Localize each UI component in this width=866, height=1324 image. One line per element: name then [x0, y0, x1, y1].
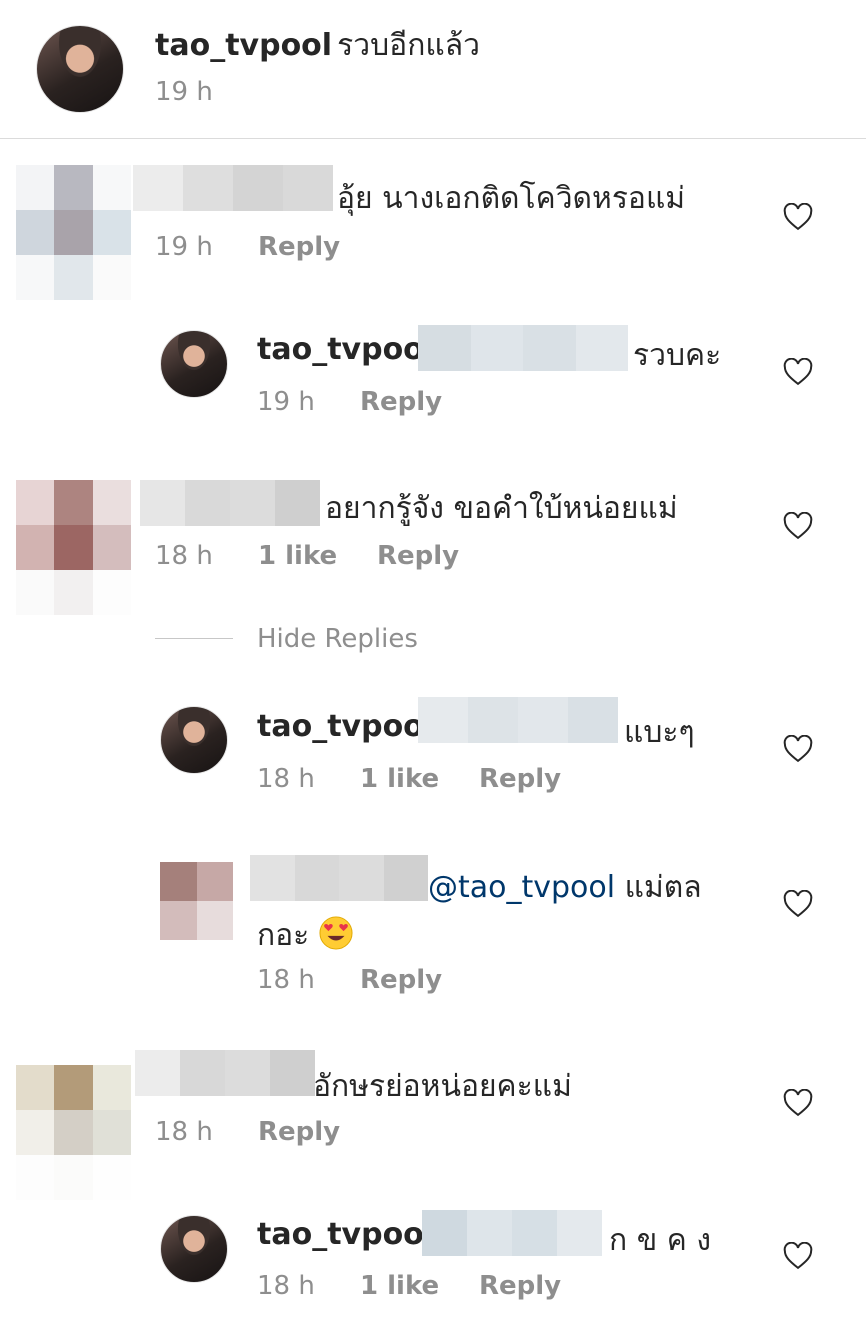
- comment-time: 18 h: [155, 541, 213, 571]
- hide-replies-button[interactable]: Hide Replies: [257, 624, 418, 654]
- likes-count[interactable]: 1 like: [360, 764, 439, 794]
- heart-outline-icon[interactable]: [783, 890, 813, 918]
- comment-text: ก ข ค ง: [609, 1223, 711, 1258]
- hide-replies-line: [155, 638, 233, 639]
- blurred-username[interactable]: [135, 1050, 315, 1096]
- comment-time: 18 h: [155, 1117, 213, 1147]
- likes-count[interactable]: 1 like: [360, 1271, 439, 1301]
- reply-button[interactable]: Reply: [258, 232, 340, 262]
- comment-text: แบะๆ: [624, 715, 695, 750]
- caption-time: 19 h: [155, 77, 213, 107]
- comment-text: อุ้ย นางเอกติดโควิดหรอแม่: [337, 181, 686, 216]
- caption-username[interactable]: tao_tvpool: [155, 28, 332, 63]
- comment-username[interactable]: tao_tvpool: [257, 332, 434, 367]
- comment-time: 18 h: [257, 764, 315, 794]
- heart-eyes-emoji: [319, 916, 353, 950]
- comment-time: 18 h: [257, 965, 315, 995]
- reply-button[interactable]: Reply: [479, 1271, 561, 1301]
- caption: tao_tvpool รวบอีกแล้ว: [155, 22, 480, 69]
- reply-button[interactable]: Reply: [360, 387, 442, 417]
- reply-button[interactable]: Reply: [258, 1117, 340, 1147]
- reply-button[interactable]: Reply: [360, 965, 442, 995]
- heart-outline-icon[interactable]: [783, 203, 813, 231]
- avatar[interactable]: [16, 165, 131, 300]
- heart-outline-icon[interactable]: [783, 1242, 813, 1270]
- blurred-mention[interactable]: [418, 697, 618, 743]
- avatar[interactable]: [160, 706, 228, 774]
- heart-outline-icon[interactable]: [783, 1089, 813, 1117]
- avatar[interactable]: [16, 1065, 131, 1200]
- comment-username[interactable]: tao_tvpool: [257, 1217, 434, 1252]
- caption-text: รวบอีกแล้ว: [337, 28, 480, 63]
- heart-outline-icon[interactable]: [783, 735, 813, 763]
- comment-text: @tao_tvpool แม่ตล: [428, 870, 702, 905]
- avatar[interactable]: [160, 330, 228, 398]
- caption-divider: [0, 138, 866, 139]
- blurred-username[interactable]: [133, 165, 333, 211]
- mention-link[interactable]: @tao_tvpool: [428, 870, 615, 905]
- avatar[interactable]: [16, 480, 131, 615]
- comment-username[interactable]: tao_tvpool: [257, 709, 434, 744]
- comment-text: รวบคะ: [633, 338, 722, 373]
- caption-avatar[interactable]: [36, 25, 124, 113]
- heart-outline-icon[interactable]: [783, 358, 813, 386]
- avatar[interactable]: [160, 1215, 228, 1283]
- avatar[interactable]: [160, 862, 233, 940]
- blurred-mention[interactable]: [418, 325, 628, 371]
- blurred-username[interactable]: [140, 480, 320, 526]
- comment-time: 19 h: [155, 232, 213, 262]
- heart-outline-icon[interactable]: [783, 512, 813, 540]
- comment-text-continued: กอะ: [257, 912, 353, 959]
- likes-count[interactable]: 1 like: [258, 541, 337, 571]
- comment-text: อักษรย่อหน่อยคะแม่: [313, 1069, 572, 1104]
- reply-button[interactable]: Reply: [377, 541, 459, 571]
- comment-time: 19 h: [257, 387, 315, 417]
- reply-button[interactable]: Reply: [479, 764, 561, 794]
- comment-time: 18 h: [257, 1271, 315, 1301]
- comment-text: อยากรู้จัง ขอคำใบ้หน่อยแม่: [325, 491, 678, 526]
- blurred-mention[interactable]: [422, 1210, 602, 1256]
- blurred-username[interactable]: [250, 855, 428, 901]
